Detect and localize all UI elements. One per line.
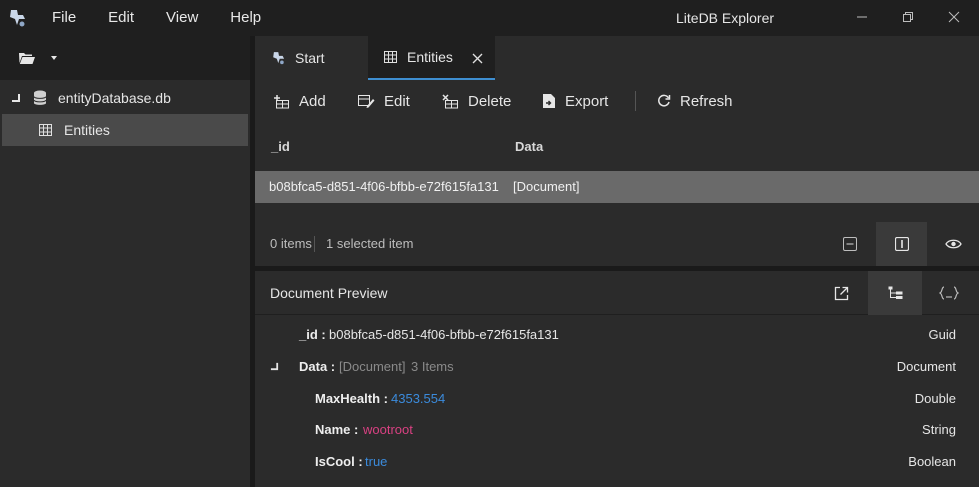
cell-data: [Document] (513, 179, 580, 194)
action-toolbar: Add Edit Delete Export Refresh (255, 80, 979, 122)
property-type: Double (914, 391, 956, 406)
tab-strip: Start Entities (255, 36, 979, 80)
property-value: wootroot (363, 422, 413, 437)
collection-name: Entities (64, 122, 110, 138)
restore-button[interactable] (885, 0, 931, 34)
tab-start-label: Start (295, 50, 325, 66)
menu-bar: File Edit View Help (36, 0, 277, 36)
refresh-button[interactable]: Refresh (657, 80, 733, 122)
menu-help[interactable]: Help (214, 0, 277, 36)
delete-icon (442, 93, 458, 108)
refresh-icon (658, 94, 671, 107)
column-header-id[interactable]: _id (271, 139, 290, 154)
property-row-id[interactable]: _id : b08bfca5-d851-4f06-bfbb-e72f615fa1… (255, 319, 979, 351)
property-type: Document (896, 359, 956, 374)
window-title: LiteDB Explorer (676, 10, 775, 26)
json-view-button[interactable] (922, 271, 976, 315)
edit-icon (358, 94, 375, 108)
open-external-button[interactable] (814, 271, 868, 315)
restore-icon (903, 12, 913, 22)
items-count: 0 items (270, 236, 312, 251)
minimize-icon (857, 16, 867, 18)
toolbar-separator (635, 91, 636, 111)
status-divider (314, 236, 315, 252)
start-icon (273, 52, 285, 65)
tree-item-collection-entities[interactable]: Entities (2, 114, 248, 146)
property-row-name[interactable]: Name : wootroot String (255, 414, 979, 446)
preview-header: Document Preview (255, 271, 979, 315)
database-icon (33, 90, 47, 105)
property-row-maxhealth[interactable]: MaxHealth : 4353.554 Double (255, 383, 979, 415)
tab-entities[interactable]: Entities (368, 36, 495, 80)
tab-start[interactable]: Start (271, 36, 325, 80)
tab-entities-label: Entities (407, 49, 453, 65)
export-icon (543, 94, 555, 108)
property-value: 4353.554 (391, 391, 446, 406)
collapse-icon (842, 237, 857, 251)
delete-label: Delete (468, 92, 512, 110)
grid-header: _id Data (255, 122, 979, 171)
edit-label: Edit (384, 92, 410, 110)
property-key: MaxHealth : (315, 391, 388, 406)
status-bar: 0 items 1 selected item (255, 222, 979, 266)
minimize-button[interactable] (839, 0, 885, 34)
selected-count: 1 selected item (326, 236, 414, 251)
tree-view-button[interactable] (868, 271, 922, 315)
property-key: Name : (315, 422, 359, 437)
edit-button[interactable]: Edit (358, 80, 410, 122)
preview-title: Document Preview (270, 285, 388, 301)
open-database-button[interactable] (18, 36, 58, 80)
window-close-button[interactable] (931, 0, 977, 34)
tree-item-database[interactable]: entityDatabase.db (0, 82, 250, 114)
eye-icon (945, 239, 962, 249)
json-view-icon (939, 286, 959, 300)
split-view-icon (894, 237, 909, 251)
tree-view-icon (888, 286, 902, 299)
sidebar: entityDatabase.db Entities (0, 36, 250, 487)
property-value: b08bfca5-d851-4f06-bfbb-e72f615fa131 (329, 327, 559, 342)
refresh-label: Refresh (680, 92, 733, 110)
collapse-button[interactable] (824, 222, 875, 266)
property-count: 3 Items (411, 359, 454, 374)
expanded-arrow-icon[interactable] (11, 93, 21, 103)
title-bar: File Edit View Help LiteDB Explorer (0, 0, 979, 36)
tab-close-icon[interactable] (472, 53, 483, 64)
property-value: true (365, 454, 388, 469)
add-label: Add (299, 92, 326, 110)
column-header-data[interactable]: Data (515, 139, 543, 154)
document-preview: Document Preview _id : b08bfca5-d851-4f0… (255, 271, 979, 487)
property-key: IsCool : (315, 454, 363, 469)
menu-file[interactable]: File (36, 0, 92, 36)
table-row[interactable]: b08bfca5-d851-4f06-bfbb-e72f615fa131 [Do… (255, 171, 979, 203)
export-button[interactable]: Export (542, 80, 608, 122)
add-icon (274, 94, 289, 108)
preview-toggle-button[interactable] (928, 222, 979, 266)
property-key: Data : (299, 359, 336, 374)
delete-button[interactable]: Delete (442, 80, 511, 122)
menu-view[interactable]: View (150, 0, 214, 36)
add-button[interactable]: Add (273, 80, 326, 122)
app-icon (7, 7, 29, 29)
table-icon (39, 124, 52, 136)
property-type: Guid (928, 327, 956, 342)
property-key: _id : (299, 327, 326, 342)
property-type: Boolean (908, 454, 956, 469)
folder-open-icon (19, 53, 35, 64)
split-view-button[interactable] (876, 222, 927, 266)
sidebar-toolbar (0, 36, 250, 80)
property-value: [Document] (339, 359, 406, 374)
close-icon (948, 11, 960, 23)
documents-grid: _id Data b08bfca5-d851-4f06-bfbb-e72f615… (255, 122, 979, 222)
table-icon (384, 51, 397, 63)
caret-down-icon (51, 56, 57, 60)
property-type: String (922, 422, 956, 437)
external-link-icon (834, 286, 848, 300)
export-label: Export (565, 92, 609, 110)
menu-edit[interactable]: Edit (92, 0, 150, 36)
database-name: entityDatabase.db (58, 90, 171, 106)
cell-id: b08bfca5-d851-4f06-bfbb-e72f615fa131 (269, 179, 499, 194)
property-row-iscool[interactable]: IsCool : true Boolean (255, 446, 979, 478)
property-row-data[interactable]: Data : [Document] 3 Items Document (255, 351, 979, 383)
expanded-arrow-icon[interactable] (270, 362, 279, 371)
